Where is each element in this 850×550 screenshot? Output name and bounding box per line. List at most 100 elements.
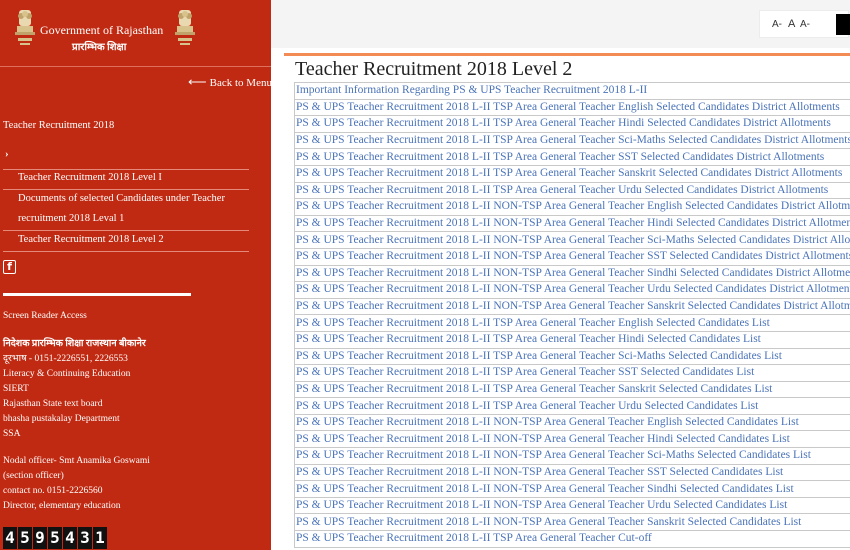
document-link[interactable]: PS & UPS Teacher Recruitment 2018 L-II N… <box>296 217 850 229</box>
table-cell: PS & UPS Teacher Recruitment 2018 L-II T… <box>294 397 850 415</box>
table-row: PS & UPS Teacher Recruitment 2018 L-II N… <box>294 231 850 249</box>
table-row: PS & UPS Teacher Recruitment 2018 L-II N… <box>294 281 850 299</box>
back-to-menu-link[interactable]: ⟵ Back to Menu <box>188 74 271 90</box>
document-link[interactable]: PS & UPS Teacher Recruitment 2018 L-II T… <box>296 333 761 345</box>
document-link[interactable]: PS & UPS Teacher Recruitment 2018 L-II T… <box>296 134 850 146</box>
table-row: PS & UPS Teacher Recruitment 2018 L-II N… <box>294 447 850 465</box>
document-link[interactable]: PS & UPS Teacher Recruitment 2018 L-II T… <box>296 366 754 378</box>
document-link[interactable]: PS & UPS Teacher Recruitment 2018 L-II N… <box>296 449 811 461</box>
contrast-toggle[interactable] <box>836 14 850 35</box>
table-cell: PS & UPS Teacher Recruitment 2018 L-II N… <box>294 264 850 283</box>
table-row: PS & UPS Teacher Recruitment 2018 L-II T… <box>294 397 850 415</box>
table-cell: PS & UPS Teacher Recruitment 2018 L-II N… <box>294 247 850 266</box>
table-cell: PS & UPS Teacher Recruitment 2018 L-II N… <box>294 214 850 233</box>
document-link[interactable]: PS & UPS Teacher Recruitment 2018 L-II T… <box>296 400 758 412</box>
document-link[interactable]: PS & UPS Teacher Recruitment 2018 L-II T… <box>296 167 842 179</box>
footer-link-ssa[interactable]: SSA <box>3 427 20 442</box>
brand-header: Government of Rajasthan प्रारम्भिक शिक्ष… <box>0 0 271 66</box>
page-title: Teacher Recruitment 2018 Level 2 <box>295 58 573 80</box>
screen-reader-link[interactable]: Screen Reader Access <box>3 309 87 324</box>
table-cell: PS & UPS Teacher Recruitment 2018 L-II T… <box>294 181 850 200</box>
table-row: PS & UPS Teacher Recruitment 2018 L-II T… <box>294 314 850 332</box>
sidebar-section-title: Teacher Recruitment 2018 <box>3 120 115 131</box>
table-cell: PS & UPS Teacher Recruitment 2018 L-II T… <box>294 148 850 166</box>
contact-number: contact no. 0151-2226560 <box>3 486 103 496</box>
document-link[interactable]: PS & UPS Teacher Recruitment 2018 L-II N… <box>296 516 801 528</box>
counter-digit: 4 <box>3 527 17 549</box>
document-link[interactable]: PS & UPS Teacher Recruitment 2018 L-II N… <box>296 267 850 279</box>
document-link[interactable]: PS & UPS Teacher Recruitment 2018 L-II T… <box>296 101 840 113</box>
divider <box>3 293 191 296</box>
national-emblem-icon <box>175 10 195 45</box>
table-cell: PS & UPS Teacher Recruitment 2018 L-II N… <box>294 463 850 482</box>
table-cell: PS & UPS Teacher Recruitment 2018 L-II T… <box>294 380 850 399</box>
document-link[interactable]: PS & UPS Teacher Recruitment 2018 L-II N… <box>296 234 850 246</box>
table-row: PS & UPS Teacher Recruitment 2018 L-II N… <box>294 463 850 482</box>
brand-title: Government of Rajasthan <box>40 23 164 37</box>
counter-digit: 1 <box>93 527 107 549</box>
table-row: PS & UPS Teacher Recruitment 2018 L-II N… <box>294 480 850 498</box>
sidebar-item-documents[interactable]: Documents of selected Candidates under T… <box>18 189 225 209</box>
table-row: PS & UPS Teacher Recruitment 2018 L-II T… <box>294 530 850 548</box>
table-cell: Important Information Regarding PS & UPS… <box>294 82 850 100</box>
chevron-right-icon[interactable]: › <box>5 148 9 160</box>
document-link[interactable]: PS & UPS Teacher Recruitment 2018 L-II N… <box>296 483 794 495</box>
document-link[interactable]: PS & UPS Teacher Recruitment 2018 L-II N… <box>296 250 850 262</box>
document-link[interactable]: Important Information Regarding PS & UPS… <box>296 84 647 96</box>
facebook-icon[interactable]: f <box>3 260 16 274</box>
table-row: PS & UPS Teacher Recruitment 2018 L-II N… <box>294 430 850 449</box>
footer-link-textboard[interactable]: Rajasthan State text board <box>3 397 102 412</box>
table-cell: PS & UPS Teacher Recruitment 2018 L-II T… <box>294 314 850 332</box>
document-link[interactable]: PS & UPS Teacher Recruitment 2018 L-II T… <box>296 117 831 129</box>
visitor-counter: 4595431 <box>3 527 107 549</box>
table-row: PS & UPS Teacher Recruitment 2018 L-II T… <box>294 380 850 399</box>
table-row: PS & UPS Teacher Recruitment 2018 L-II T… <box>294 115 850 133</box>
document-link[interactable]: PS & UPS Teacher Recruitment 2018 L-II T… <box>296 151 824 163</box>
table-row: PS & UPS Teacher Recruitment 2018 L-II T… <box>294 330 850 349</box>
table-row: PS & UPS Teacher Recruitment 2018 L-II T… <box>294 364 850 382</box>
arrow-left-icon: ⟵ <box>188 74 207 89</box>
accent-divider <box>284 53 850 56</box>
document-link[interactable]: PS & UPS Teacher Recruitment 2018 L-II T… <box>296 350 782 362</box>
table-row: PS & UPS Teacher Recruitment 2018 L-II T… <box>294 181 850 200</box>
document-link[interactable]: PS & UPS Teacher Recruitment 2018 L-II T… <box>296 383 772 395</box>
document-link[interactable]: PS & UPS Teacher Recruitment 2018 L-II N… <box>296 283 850 295</box>
table-cell: PS & UPS Teacher Recruitment 2018 L-II T… <box>294 364 850 382</box>
counter-digit: 9 <box>33 527 47 549</box>
table-row: PS & UPS Teacher Recruitment 2018 L-II T… <box>294 164 850 183</box>
table-cell: PS & UPS Teacher Recruitment 2018 L-II T… <box>294 347 850 366</box>
font-increase-button[interactable]: A- <box>800 19 810 30</box>
document-link[interactable]: PS & UPS Teacher Recruitment 2018 L-II N… <box>296 200 850 212</box>
sidebar-item-level-1[interactable]: Teacher Recruitment 2018 Level I <box>18 168 162 188</box>
font-normal-button[interactable]: A <box>788 18 795 30</box>
phone-text: दूरभाष - 0151-2226551, 2226553 <box>3 354 128 364</box>
table-row: PS & UPS Teacher Recruitment 2018 L-II N… <box>294 496 850 515</box>
document-link[interactable]: PS & UPS Teacher Recruitment 2018 L-II T… <box>296 317 770 329</box>
document-link[interactable]: PS & UPS Teacher Recruitment 2018 L-II N… <box>296 300 850 312</box>
font-decrease-button[interactable]: A- <box>772 19 782 30</box>
sidebar-item-level-2[interactable]: Teacher Recruitment 2018 Level 2 <box>18 230 164 250</box>
document-link[interactable]: PS & UPS Teacher Recruitment 2018 L-II N… <box>296 433 790 445</box>
footer-link-bhasha[interactable]: bhasha pustakalay Department <box>3 412 120 427</box>
table-cell: PS & UPS Teacher Recruitment 2018 L-II N… <box>294 297 850 316</box>
links-table: Important Information Regarding PS & UPS… <box>294 82 850 548</box>
document-link[interactable]: PS & UPS Teacher Recruitment 2018 L-II N… <box>296 466 783 478</box>
back-to-menu-label: Back to Menu <box>209 77 271 89</box>
table-cell: PS & UPS Teacher Recruitment 2018 L-II N… <box>294 496 850 515</box>
table-cell: PS & UPS Teacher Recruitment 2018 L-II N… <box>294 198 850 216</box>
document-link[interactable]: PS & UPS Teacher Recruitment 2018 L-II T… <box>296 184 828 196</box>
table-cell: PS & UPS Teacher Recruitment 2018 L-II N… <box>294 281 850 299</box>
counter-digit: 3 <box>78 527 92 549</box>
table-cell: PS & UPS Teacher Recruitment 2018 L-II N… <box>294 430 850 449</box>
table-row: PS & UPS Teacher Recruitment 2018 L-II N… <box>294 247 850 266</box>
footer-link-literacy[interactable]: Literacy & Continuing Education <box>3 367 130 382</box>
sidebar-item-documents-cont[interactable]: recruitment 2018 Leval 1 <box>18 209 124 229</box>
table-row: PS & UPS Teacher Recruitment 2018 L-II T… <box>294 148 850 166</box>
footer-link-siert[interactable]: SIERT <box>3 382 29 397</box>
table-cell: PS & UPS Teacher Recruitment 2018 L-II N… <box>294 231 850 249</box>
table-cell: PS & UPS Teacher Recruitment 2018 L-II N… <box>294 447 850 465</box>
table-row: PS & UPS Teacher Recruitment 2018 L-II T… <box>294 347 850 366</box>
document-link[interactable]: PS & UPS Teacher Recruitment 2018 L-II N… <box>296 416 799 428</box>
document-link[interactable]: PS & UPS Teacher Recruitment 2018 L-II T… <box>296 532 652 544</box>
document-link[interactable]: PS & UPS Teacher Recruitment 2018 L-II N… <box>296 499 787 511</box>
